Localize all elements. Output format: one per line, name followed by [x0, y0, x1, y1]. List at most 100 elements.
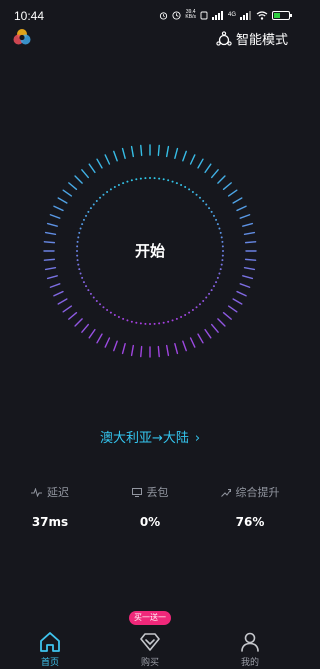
dial-dot [221, 240, 224, 243]
dial-tick [244, 241, 257, 244]
dial-tick [182, 150, 187, 162]
route-label: 澳大利亚→大陆 [99, 431, 189, 446]
dial-dot [87, 210, 90, 213]
dial-tick [242, 275, 254, 280]
dial-dot [81, 276, 84, 279]
dial-dot [76, 259, 79, 262]
dial-dot [76, 245, 79, 248]
dial-dot [130, 320, 133, 323]
home-icon [40, 632, 60, 652]
dial-tick [104, 154, 111, 165]
dial-dot [95, 299, 98, 302]
dial-dot [195, 306, 198, 309]
dial-tick [53, 290, 64, 297]
promo-badge[interactable]: 买一送一 [129, 611, 171, 625]
dial-dot [76, 250, 78, 252]
dial-tick [96, 158, 103, 169]
route-selector[interactable]: 澳大利亚→大陆 › [0, 427, 300, 446]
dial-tick [211, 169, 219, 179]
dial-tick [239, 214, 251, 219]
dial-dot [175, 182, 178, 185]
stat-boost: 综合提升 76% [200, 484, 300, 529]
dial-dot [167, 179, 170, 182]
dial-dot [180, 316, 183, 319]
stat-packet-loss: 丢包 0% [100, 484, 200, 529]
dial-dot [144, 177, 147, 180]
dial-tick [243, 231, 256, 236]
dial-tick [217, 175, 226, 184]
nav-home[interactable]: 首页 [0, 630, 100, 668]
stat-packet-loss-label: 丢包 [146, 486, 169, 499]
dial-dot [122, 317, 125, 320]
dial-tick [227, 189, 238, 197]
dial-tick [43, 241, 56, 244]
dial-dot [135, 178, 138, 181]
dial-dot [144, 322, 147, 325]
dial-tick [74, 175, 83, 184]
dial-dot [92, 203, 95, 206]
nfc-icon [200, 11, 208, 19]
start-button[interactable]: 开始 [100, 240, 200, 261]
nav-buy-label: 购买 [140, 658, 159, 668]
stat-packet-loss-value: 0% [139, 515, 161, 529]
dial-dot [77, 236, 80, 239]
dial-tick [140, 144, 143, 157]
nav-buy[interactable]: 购买 [100, 630, 200, 668]
app-logo-icon[interactable] [12, 27, 32, 47]
nav-home-label: 首页 [40, 658, 59, 668]
dial-dot [139, 177, 142, 180]
dial-dot [113, 313, 116, 316]
packet-loss-icon [131, 487, 142, 497]
stat-boost-value: 76% [235, 515, 265, 529]
dial-dot [162, 321, 165, 324]
dial-tick [217, 318, 226, 327]
dial-dot [158, 177, 161, 180]
dial-dot [216, 276, 219, 279]
network-type: 4G [227, 11, 236, 18]
net-speed: 39.4 KB/s [185, 10, 196, 20]
dial-dot [184, 186, 187, 189]
dial-tick [236, 205, 247, 212]
user-icon [241, 632, 259, 652]
dial-tick [243, 266, 256, 271]
dial-dot [85, 285, 88, 288]
dial-dot [78, 268, 81, 271]
dial-tick [197, 158, 204, 169]
dial-dot [130, 179, 133, 182]
dial-dot [218, 227, 221, 230]
dial-tick [46, 275, 58, 280]
dial-dot [126, 180, 129, 183]
wifi-icon [256, 10, 268, 20]
dial-dot [99, 303, 102, 306]
net-speed-unit: KB/s [185, 14, 196, 20]
dial-dot [202, 200, 205, 203]
stat-latency-header: 延迟 [0, 484, 100, 500]
boost-icon [220, 488, 231, 497]
battery-icon [272, 10, 292, 20]
dial-dot [139, 322, 142, 325]
dial-dot [77, 263, 80, 266]
dial-tick [62, 189, 73, 197]
dial-dot [221, 259, 224, 262]
dial-dot [89, 292, 92, 295]
dial-dot [106, 309, 109, 312]
dial-dot [205, 296, 208, 299]
dial-dot [212, 285, 215, 288]
dial-tick [81, 323, 89, 333]
dial-tick [113, 340, 118, 352]
smart-mode-icon [216, 30, 232, 46]
dial-tick [211, 323, 219, 333]
smart-mode-button[interactable]: 智能模式 [216, 29, 288, 48]
dial-dot [184, 313, 187, 316]
dial-tick [53, 205, 64, 212]
nav-mine[interactable]: 我的 [200, 630, 300, 668]
alarm-icon [160, 11, 168, 20]
dial-dot [220, 236, 223, 239]
stat-latency-label: 延迟 [47, 486, 69, 499]
battery-level [274, 12, 281, 18]
dial-dot [221, 245, 224, 248]
dial-dot [215, 218, 218, 221]
stat-packet-loss-header: 丢包 [100, 484, 200, 500]
dial-dot [109, 188, 112, 191]
dial-tick [232, 298, 243, 305]
